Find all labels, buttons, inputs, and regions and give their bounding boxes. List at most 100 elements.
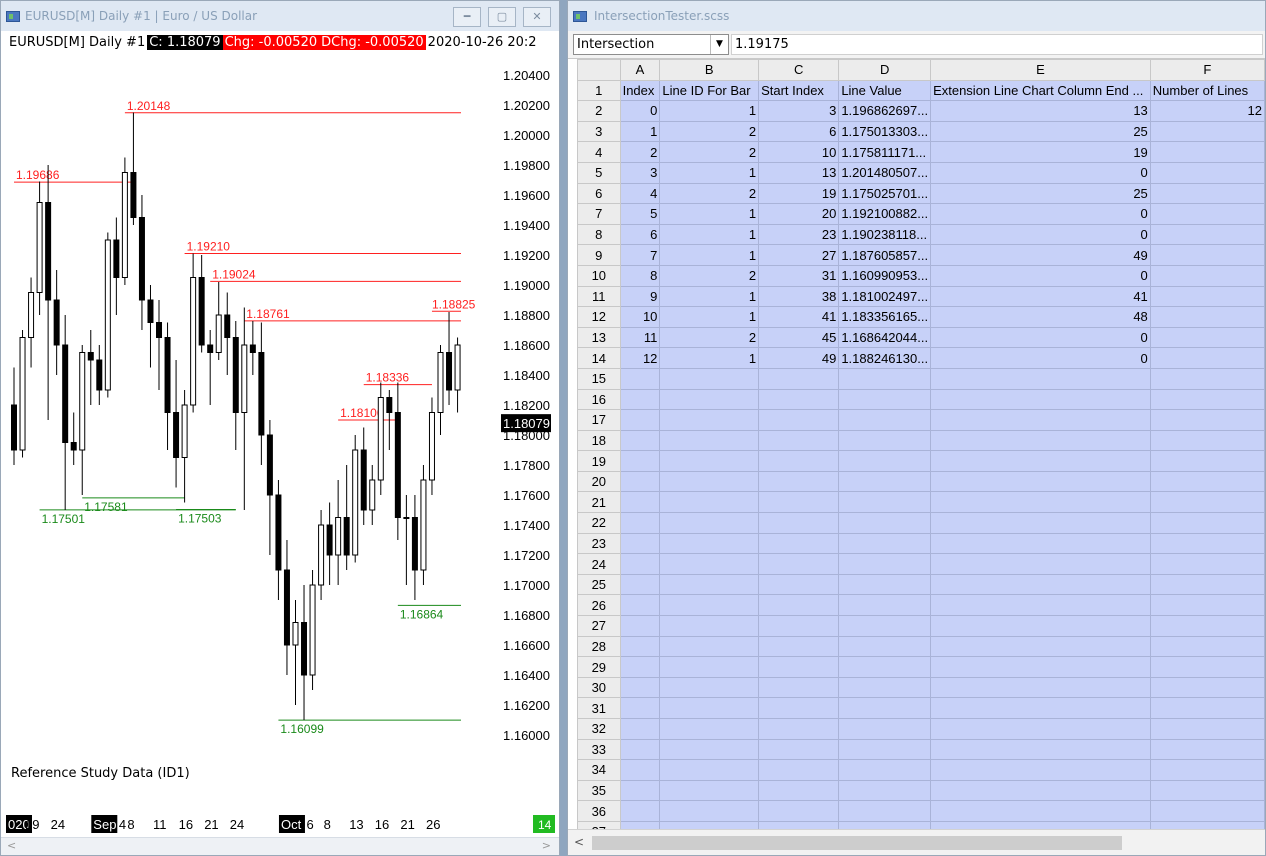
table-cell[interactable]: 38 [758, 285, 840, 308]
row-header[interactable]: 34 [577, 759, 621, 781]
table-cell[interactable] [619, 409, 661, 431]
table-cell[interactable] [619, 697, 661, 719]
table-cell[interactable] [1149, 203, 1265, 225]
row-header[interactable]: 20 [577, 470, 621, 493]
table-cell[interactable] [930, 429, 1151, 452]
table-cell[interactable]: 1 [659, 100, 760, 122]
table-cell[interactable] [838, 450, 932, 472]
table-cell[interactable] [1149, 450, 1265, 472]
table-cell[interactable] [1149, 779, 1265, 802]
table-cell[interactable] [619, 615, 661, 637]
table-cell[interactable] [659, 553, 760, 575]
chart-window[interactable]: EURUSD[M] Daily #1 | Euro / US Dollar ━ … [0, 0, 560, 856]
table-cell[interactable]: 12 [1149, 100, 1265, 122]
table-cell[interactable] [930, 512, 1151, 534]
table-cell[interactable] [619, 470, 661, 493]
row-header[interactable]: 24 [577, 553, 621, 575]
table-cell[interactable]: 19 [758, 182, 840, 205]
table-cell[interactable] [838, 491, 932, 514]
column-header[interactable]: F [1149, 59, 1265, 81]
spreadsheet-grid[interactable]: A B C D E F 1 Index Line ID For Bar Start I… [577, 59, 1265, 843]
table-cell[interactable]: 49 [758, 347, 840, 369]
table-cell[interactable]: 20 [758, 203, 840, 225]
table-cell[interactable]: Line ID For Bar [659, 79, 760, 102]
table-cell[interactable]: 1.187605857... [838, 244, 932, 266]
row-header[interactable]: 5 [577, 161, 621, 184]
table-cell[interactable]: 0 [930, 264, 1151, 287]
table-cell[interactable] [1149, 800, 1265, 822]
table-cell[interactable] [1149, 532, 1265, 555]
table-cell[interactable] [930, 656, 1151, 678]
table-cell[interactable] [930, 594, 1151, 617]
table-cell[interactable] [1149, 285, 1265, 308]
table-cell[interactable] [1149, 264, 1265, 287]
table-cell[interactable]: Line Value [838, 79, 932, 102]
row-header[interactable]: 6 [577, 182, 621, 205]
table-cell[interactable] [1149, 553, 1265, 575]
table-cell[interactable] [758, 615, 840, 637]
table-cell[interactable] [659, 738, 760, 761]
table-cell[interactable] [619, 779, 661, 802]
table-cell[interactable]: 12 [619, 347, 661, 369]
spreadsheet-window[interactable]: IntersectionTester.scss Intersection ▼ 1… [567, 0, 1266, 856]
table-cell[interactable]: 4 [619, 182, 661, 205]
table-cell[interactable] [930, 450, 1151, 472]
row-header[interactable]: 17 [577, 409, 621, 431]
table-cell[interactable]: 49 [930, 244, 1151, 266]
table-cell[interactable]: 31 [758, 264, 840, 287]
table-cell[interactable] [758, 800, 840, 822]
row-header[interactable]: 1 [577, 79, 621, 102]
table-cell[interactable]: 1.175811171... [838, 141, 932, 163]
table-cell[interactable] [659, 800, 760, 822]
table-cell[interactable] [758, 779, 840, 802]
table-cell[interactable] [659, 409, 760, 431]
table-cell[interactable] [619, 594, 661, 617]
table-cell[interactable]: 13 [930, 100, 1151, 122]
row-header[interactable]: 8 [577, 223, 621, 246]
table-cell[interactable]: 0 [930, 347, 1151, 369]
table-cell[interactable] [659, 594, 760, 617]
table-cell[interactable] [758, 532, 840, 555]
column-header[interactable]: B [659, 59, 760, 81]
table-cell[interactable] [619, 491, 661, 514]
table-cell[interactable] [619, 800, 661, 822]
table-cell[interactable]: 23 [758, 223, 840, 246]
table-cell[interactable] [930, 800, 1151, 822]
table-cell[interactable] [758, 512, 840, 534]
table-cell[interactable]: 27 [758, 244, 840, 266]
table-cell[interactable]: 1.175025701... [838, 182, 932, 205]
table-cell[interactable] [758, 656, 840, 678]
table-cell[interactable] [930, 367, 1151, 390]
sheet-horizontal-scrollbar[interactable]: < [568, 829, 1265, 855]
table-cell[interactable]: 1.160990953... [838, 264, 932, 287]
table-cell[interactable] [758, 450, 840, 472]
table-cell[interactable] [1149, 676, 1265, 699]
table-cell[interactable] [659, 676, 760, 699]
row-header[interactable]: 25 [577, 573, 621, 596]
table-cell[interactable] [838, 388, 932, 411]
table-cell[interactable] [1149, 635, 1265, 658]
row-header[interactable]: 18 [577, 429, 621, 452]
table-cell[interactable]: 25 [930, 182, 1151, 205]
table-cell[interactable] [619, 532, 661, 555]
table-cell[interactable]: 1.201480507... [838, 161, 932, 184]
price-chart[interactable]: 1.20400 1.20200 1.20000 1.19800 1.19600 1.194… [1, 1, 560, 856]
table-cell[interactable] [758, 676, 840, 699]
table-cell[interactable] [758, 470, 840, 493]
row-header[interactable]: 11 [577, 285, 621, 308]
table-cell[interactable] [758, 759, 840, 781]
table-cell[interactable] [838, 635, 932, 658]
table-cell[interactable] [758, 635, 840, 658]
table-cell[interactable]: 10 [619, 306, 661, 328]
table-cell[interactable]: 2 [619, 141, 661, 163]
table-cell[interactable] [659, 491, 760, 514]
table-cell[interactable] [659, 759, 760, 781]
table-cell[interactable] [838, 429, 932, 452]
table-cell[interactable] [1149, 656, 1265, 678]
table-cell[interactable] [1149, 326, 1265, 349]
table-cell[interactable] [930, 532, 1151, 555]
table-cell[interactable] [930, 491, 1151, 514]
table-cell[interactable] [930, 697, 1151, 719]
table-cell[interactable] [758, 409, 840, 431]
table-cell[interactable] [659, 450, 760, 472]
